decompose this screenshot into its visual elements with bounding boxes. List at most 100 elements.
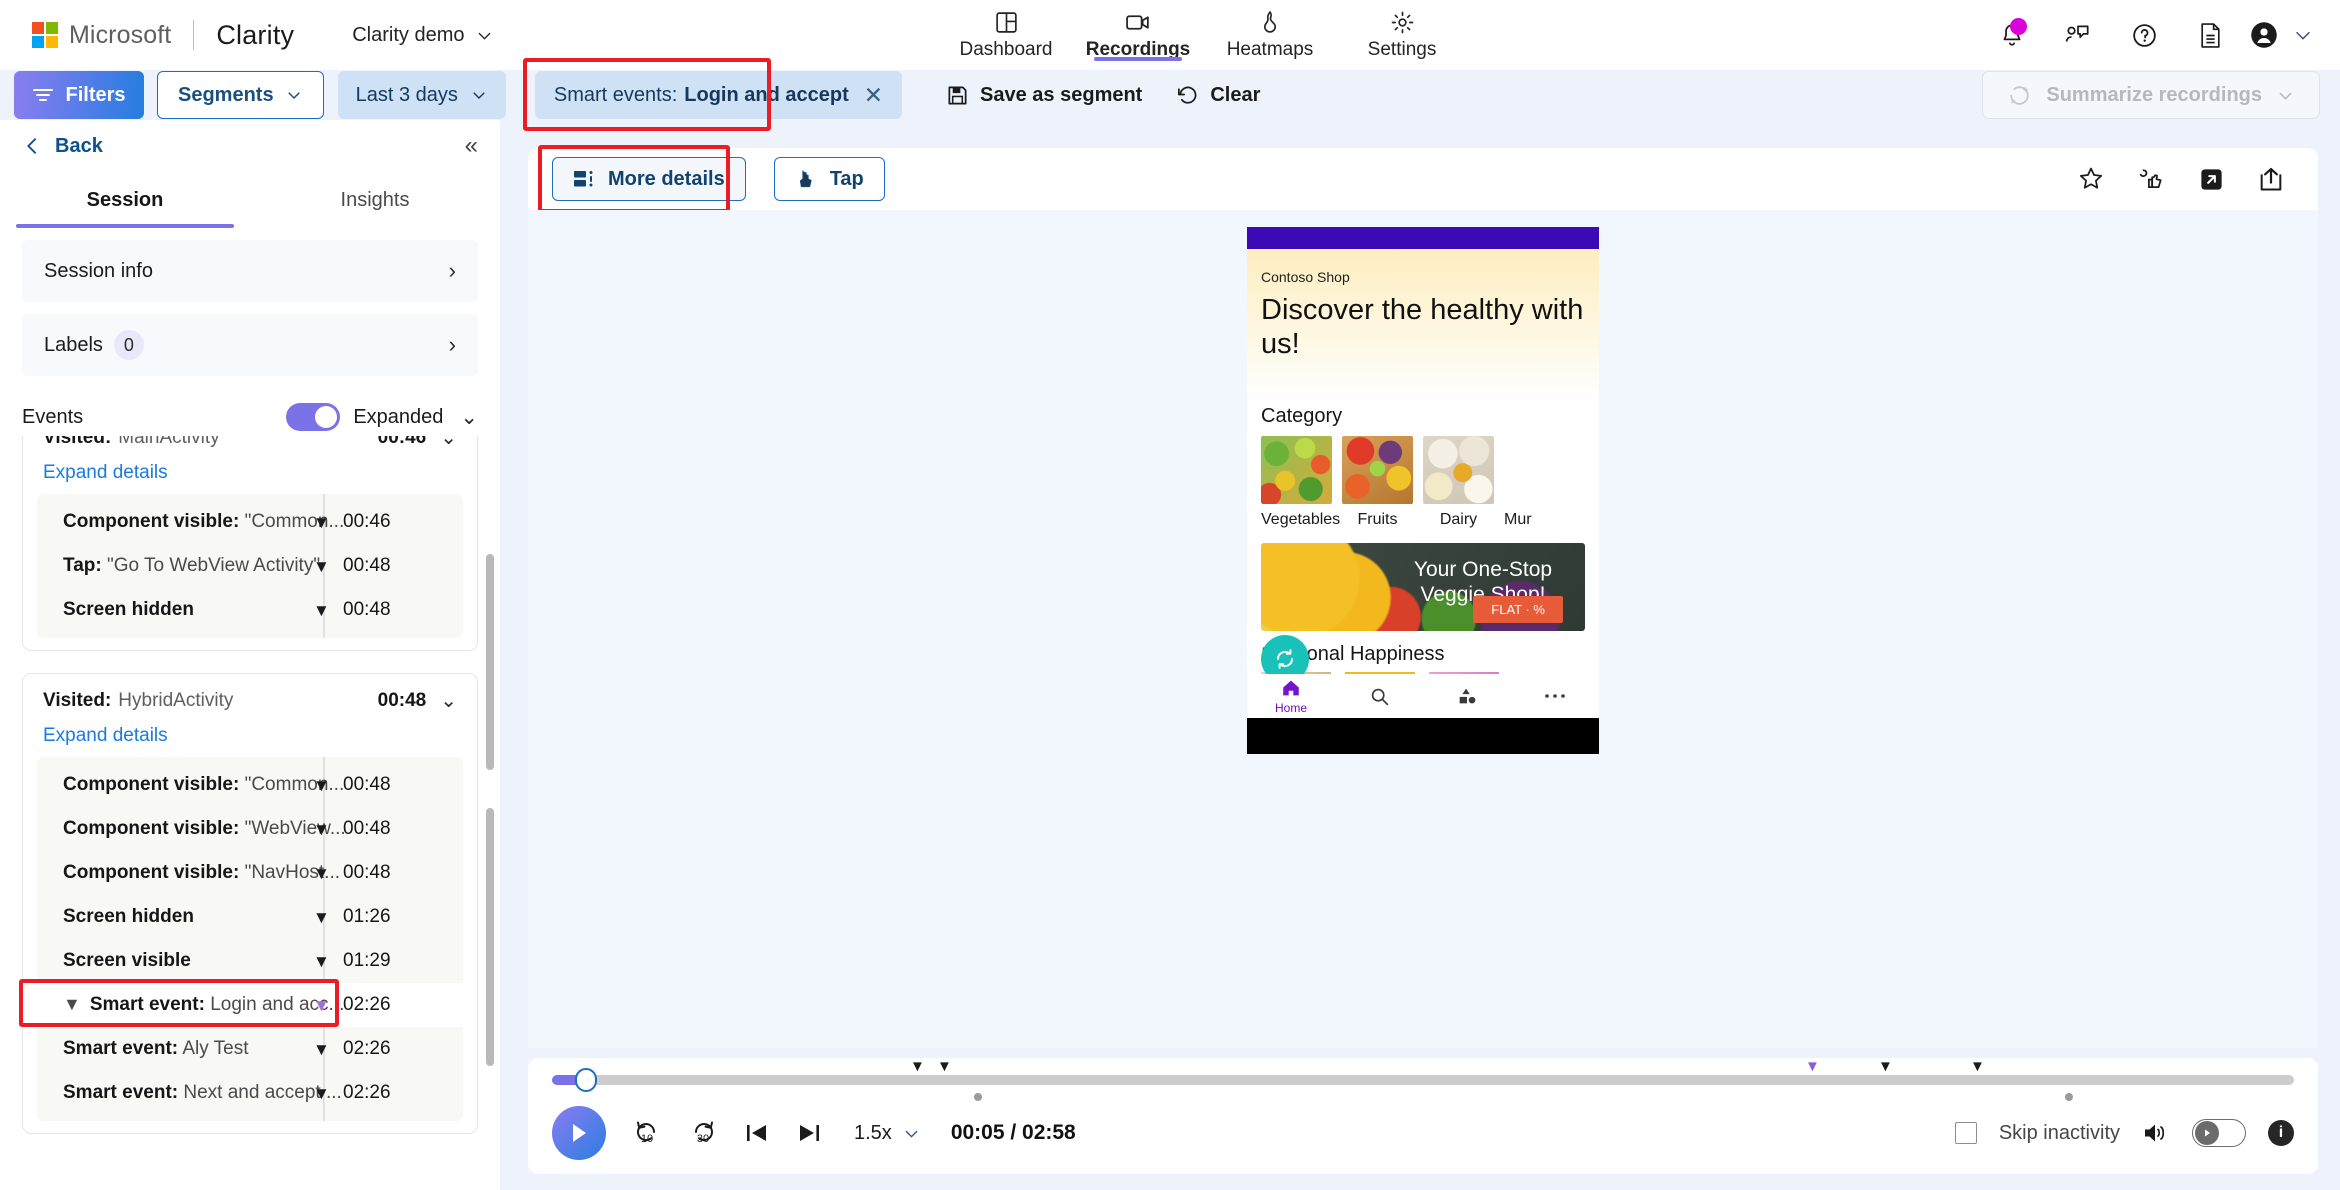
- skip-inactivity-checkbox[interactable]: [1954, 1122, 1977, 1144]
- nav-shapes[interactable]: [1423, 685, 1511, 707]
- forward-30-button[interactable]: 30: [688, 1118, 718, 1148]
- playback-bar: ▼ ▼ ▼ ▼ ▼ 10 30 1.5x 00:05 / 02:58 Skip …: [528, 1058, 2318, 1174]
- nav-item-recordings[interactable]: Recordings: [1072, 0, 1204, 70]
- microsoft-logo[interactable]: Microsoft: [32, 21, 171, 50]
- event-group-title[interactable]: Visited: HybridActivity 00:48 ⌄: [23, 674, 477, 719]
- sidebar-header: Back «: [0, 120, 500, 172]
- segments-button[interactable]: Segments: [157, 71, 324, 119]
- back-button[interactable]: Back: [22, 135, 103, 158]
- event-marker-icon: ▼: [313, 556, 330, 576]
- project-picker[interactable]: Clarity demo: [352, 24, 494, 47]
- event-row[interactable]: Tap: "Go To WebView Activity" ▼ 00:48: [37, 544, 463, 588]
- summarize-recordings-button[interactable]: Summarize recordings: [1982, 71, 2320, 119]
- event-prefix: Screen hidden: [63, 599, 194, 620]
- event-value: "WebView...: [244, 818, 346, 839]
- next-event-button[interactable]: [796, 1121, 822, 1145]
- nav-home[interactable]: Home: [1247, 677, 1335, 715]
- favorite-button[interactable]: [2068, 157, 2114, 201]
- docs-button[interactable]: [2177, 0, 2243, 70]
- event-row[interactable]: Component visible: "NavHost... ▼ 00:48: [37, 851, 463, 895]
- playback-right-controls: Skip inactivity i: [1954, 1119, 2294, 1147]
- date-range-button[interactable]: Last 3 days: [337, 71, 506, 119]
- banner-cta[interactable]: FLAT · %: [1473, 596, 1563, 623]
- timeline-marker-smart-event[interactable]: ▼: [1805, 1059, 1820, 1074]
- events-scrollbar-upper[interactable]: [486, 554, 494, 770]
- playback-speed-selector[interactable]: 1.5x: [854, 1122, 921, 1145]
- category-item[interactable]: Dairy: [1423, 436, 1494, 529]
- events-collapse-chevron-icon[interactable]: ⌄: [460, 405, 478, 430]
- event-group-title[interactable]: Visited: MainActivity 00:46 ⌄: [23, 436, 477, 456]
- chevron-down-icon[interactable]: ⌄: [440, 436, 457, 450]
- event-row[interactable]: Component visible: "WebView... ▼ 00:48: [37, 807, 463, 851]
- events-scrollbar-lower[interactable]: [486, 808, 494, 1066]
- event-row[interactable]: Component visible: "Common... ▼ 00:46: [37, 500, 463, 544]
- labels-row[interactable]: Labels 0 ›: [22, 314, 478, 376]
- event-row[interactable]: Smart event: Aly Test ▼ 02:26: [37, 1027, 463, 1071]
- event-group: Visited: MainActivity 00:46 ⌄ Expand det…: [22, 436, 478, 651]
- help-button[interactable]: [2111, 0, 2177, 70]
- event-row[interactable]: Smart event: Next and accept ... ▼ 02:26: [37, 1071, 463, 1115]
- chevron-down-icon[interactable]: ⌄: [440, 688, 457, 713]
- category-label: Mur: [1504, 511, 1532, 528]
- nav-more[interactable]: [1511, 691, 1599, 701]
- expand-details-link[interactable]: Expand details: [23, 456, 477, 494]
- group-time: 00:48: [377, 689, 427, 711]
- nav-item-dashboard[interactable]: Dashboard: [940, 0, 1072, 70]
- category-item[interactable]: Vegetables: [1261, 436, 1340, 529]
- details-panel-icon: [574, 171, 593, 187]
- previous-event-button[interactable]: [744, 1121, 770, 1145]
- account-menu[interactable]: [2249, 20, 2314, 50]
- timeline-track[interactable]: [552, 1075, 2294, 1102]
- timeline-marker[interactable]: ▼: [1878, 1059, 1893, 1074]
- notifications-button[interactable]: [1979, 0, 2045, 70]
- event-row[interactable]: Screen hidden ▼ 00:48: [37, 588, 463, 632]
- session-info-row[interactable]: Session info ›: [22, 240, 478, 302]
- clear-filters-button[interactable]: Clear: [1176, 84, 1260, 107]
- timeline-scrubber-handle[interactable]: [575, 1068, 597, 1092]
- more-details-button[interactable]: More details: [552, 157, 746, 201]
- filters-button[interactable]: Filters: [14, 71, 144, 119]
- tab-insights[interactable]: Insights: [250, 172, 500, 228]
- mobile-app-replay[interactable]: Contoso Shop Discover the healthy with u…: [1247, 227, 1599, 754]
- feedback-button[interactable]: [2128, 157, 2174, 201]
- shop-brand: Contoso Shop: [1261, 269, 1350, 285]
- category-item[interactable]: Mur: [1504, 436, 1544, 529]
- event-row[interactable]: Screen hidden ▼ 01:26: [37, 895, 463, 939]
- play-button[interactable]: [552, 1106, 606, 1160]
- expanded-toggle[interactable]: [286, 403, 341, 431]
- tap-mode-button[interactable]: Tap: [773, 157, 885, 201]
- share-button[interactable]: [2248, 157, 2294, 201]
- event-row[interactable]: Component visible: "Common... ▼ 00:48: [37, 763, 463, 807]
- timeline-marker[interactable]: ▼: [1970, 1059, 1985, 1074]
- nav-item-heatmaps[interactable]: Heatmaps: [1204, 0, 1336, 70]
- chevron-down-icon: [2279, 92, 2292, 100]
- funnel-icon: ▼: [63, 994, 81, 1014]
- timeline-marker[interactable]: ▼: [910, 1059, 925, 1074]
- expanded-label: Expanded: [353, 405, 444, 428]
- events-scroll-area[interactable]: Visited: MainActivity 00:46 ⌄ Expand det…: [0, 436, 500, 1190]
- open-in-new-window-button[interactable]: [2188, 157, 2234, 201]
- info-button[interactable]: i: [2268, 1120, 2294, 1146]
- svg-text:10: 10: [641, 1133, 653, 1145]
- microsoft-squares-icon: [32, 22, 58, 48]
- nav-item-settings[interactable]: Settings: [1336, 0, 1468, 70]
- tab-session[interactable]: Session: [0, 172, 250, 228]
- group-prefix: Visited:: [43, 689, 112, 711]
- event-row-smart-event-selected[interactable]: ▼ Smart event: Login and acc... ▼ 02:26: [19, 979, 463, 1027]
- smart-events-filter-chip[interactable]: Smart events: Login and accept ✕: [534, 71, 903, 119]
- autoplay-toggle[interactable]: [2192, 1119, 2246, 1147]
- event-row[interactable]: Screen visible ▼ 01:29: [37, 939, 463, 983]
- volume-button[interactable]: [2142, 1120, 2170, 1146]
- remove-chip-icon[interactable]: ✕: [864, 83, 883, 107]
- session-info-label: Session info: [44, 259, 153, 282]
- collapse-panel-button[interactable]: «: [465, 132, 478, 160]
- nav-search[interactable]: [1335, 686, 1423, 707]
- rewind-10-button[interactable]: 10: [632, 1118, 662, 1148]
- expand-details-link[interactable]: Expand details: [23, 719, 477, 757]
- event-prefix: Component visible:: [63, 862, 240, 883]
- category-item[interactable]: Fruits: [1342, 436, 1413, 529]
- promo-banner[interactable]: Your One-Stop Veggie Shop! FLAT · %: [1261, 543, 1585, 631]
- timeline-marker[interactable]: ▼: [937, 1059, 952, 1074]
- save-as-segment-button[interactable]: Save as segment: [946, 84, 1142, 107]
- feedback-button[interactable]: [2045, 0, 2111, 70]
